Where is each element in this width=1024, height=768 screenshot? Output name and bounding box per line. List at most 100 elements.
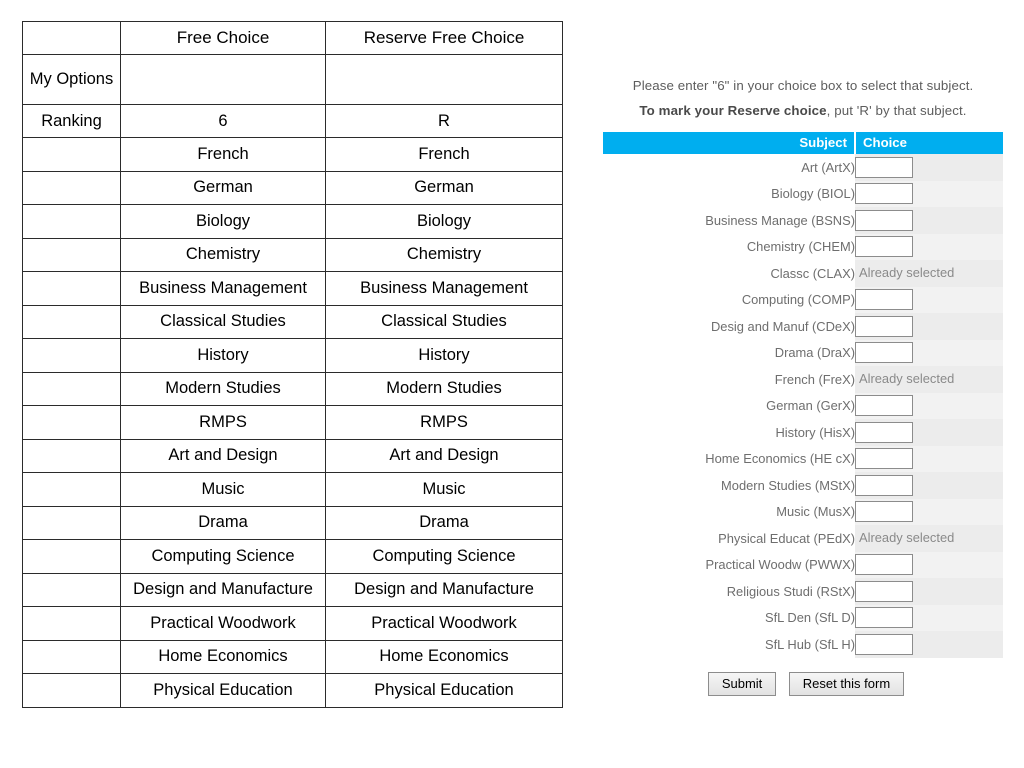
choice-cell: [855, 472, 1003, 499]
choice-input[interactable]: [855, 315, 913, 337]
subject-choice-form: Please enter "6" in your choice box to s…: [603, 78, 1003, 696]
options-free-choice-cell: RMPS: [120, 405, 326, 440]
options-reserve-choice-cell: History: [325, 338, 563, 373]
options-free-choice-cell: Design and Manufacture: [120, 572, 326, 607]
subject-choice-row: Business Manage (BSNS): [603, 207, 1003, 234]
choice-input[interactable]: [855, 289, 913, 311]
subject-label: Home Economics (HE cX): [603, 445, 855, 472]
subject-choice-row: French (FreX) Already selected: [603, 366, 1003, 393]
choice-input[interactable]: [855, 448, 913, 470]
choice-cell: [855, 154, 1003, 181]
subject-label: Drama (DraX): [603, 339, 855, 366]
options-subject-row: Home Economics Home Economics: [22, 639, 563, 674]
subject-choice-row: SfL Hub (SfL H): [603, 631, 1003, 658]
choice-input[interactable]: [855, 342, 913, 364]
options-reserve-choice-cell: Computing Science: [325, 539, 563, 574]
options-row-label-cell: [22, 572, 121, 607]
options-reserve-choice-cell: Practical Woodwork: [325, 606, 563, 641]
subject-choice-row: Modern Studies (MStX): [603, 472, 1003, 499]
column-header-choice: Choice: [855, 132, 1003, 154]
choice-input[interactable]: [855, 183, 913, 205]
options-subject-row: Practical Woodwork Practical Woodwork: [22, 606, 563, 641]
subject-label: Chemistry (CHEM): [603, 233, 855, 260]
subject-choice-table: Subject Choice Art (ArtX) Biology (BIOL) B…: [603, 132, 1003, 658]
ranking-free-choice-value: 6: [120, 104, 326, 138]
options-row-label-cell: [22, 304, 121, 339]
options-reserve-choice-cell: French: [325, 137, 563, 172]
options-row-label-cell: [22, 539, 121, 574]
instruction-line-1: Please enter "6" in your choice box to s…: [632, 78, 974, 93]
options-row-label-cell: [22, 338, 121, 373]
subject-choice-row: Home Economics (HE cX): [603, 445, 1003, 472]
subject-choice-row: Religious Studi (RStX): [603, 578, 1003, 605]
my-options-row: My Options: [22, 54, 563, 105]
options-reserve-choice-cell: German: [325, 170, 563, 205]
options-subject-row: Classical Studies Classical Studies: [22, 304, 563, 339]
my-options-reserve-cell: [325, 54, 563, 105]
form-instructions: Please enter "6" in your choice box to s…: [603, 78, 1003, 118]
options-subject-row: Art and Design Art and Design: [22, 438, 563, 473]
options-free-choice-cell: Practical Woodwork: [120, 606, 326, 641]
options-row-label-cell: [22, 204, 121, 239]
subject-choice-row: Chemistry (CHEM): [603, 233, 1003, 260]
choice-cell: [855, 286, 1003, 313]
options-subject-row: Design and Manufacture Design and Manufac…: [22, 572, 563, 607]
options-subject-row: Business Management Business Management: [22, 271, 563, 306]
subject-choice-row: German (GerX): [603, 392, 1003, 419]
choice-cell: Already selected: [855, 525, 1003, 552]
choice-input[interactable]: [855, 209, 913, 231]
options-free-choice-cell: History: [120, 338, 326, 373]
my-options-table: Free Choice Reserve Free Choice My Optio…: [22, 21, 563, 708]
options-subject-row: Chemistry Chemistry: [22, 237, 563, 272]
choice-cell: [855, 392, 1003, 419]
ranking-row: Ranking 6 R: [22, 104, 563, 138]
choice-cell: [855, 233, 1003, 260]
choice-cell: Already selected: [855, 366, 1003, 393]
options-row-label-cell: [22, 606, 121, 641]
options-reserve-choice-cell: Classical Studies: [325, 304, 563, 339]
options-subject-row: Music Music: [22, 472, 563, 507]
subject-label: History (HisX): [603, 419, 855, 446]
choice-input[interactable]: [855, 474, 913, 496]
options-reserve-choice-cell: Drama: [325, 505, 563, 540]
options-free-choice-cell: Chemistry: [120, 237, 326, 272]
options-row-label-cell: [22, 438, 121, 473]
choice-input[interactable]: [855, 395, 913, 417]
options-reserve-choice-cell: Art and Design: [325, 438, 563, 473]
subject-choice-row: Art (ArtX): [603, 154, 1003, 181]
choice-input[interactable]: [855, 607, 913, 629]
options-free-choice-cell: Biology: [120, 204, 326, 239]
subject-label: Desig and Manuf (CDeX): [603, 313, 855, 340]
choice-input[interactable]: [855, 633, 913, 655]
options-row-label-cell: [22, 137, 121, 172]
choice-input[interactable]: [855, 501, 913, 523]
choice-cell: Already selected: [855, 260, 1003, 287]
my-options-free-choice-cell: [120, 54, 326, 105]
options-subject-row: Biology Biology: [22, 204, 563, 239]
subject-choice-row: Classc (CLAX) Already selected: [603, 260, 1003, 287]
subject-label: Classc (CLAX): [603, 260, 855, 287]
subject-label: Practical Woodw (PWWX): [603, 551, 855, 578]
choice-cell: [855, 180, 1003, 207]
choice-cell: [855, 339, 1003, 366]
options-subject-row: RMPS RMPS: [22, 405, 563, 440]
options-free-choice-cell: Music: [120, 472, 326, 507]
ranking-label: Ranking: [22, 104, 121, 138]
choice-input[interactable]: [855, 236, 913, 258]
choice-cell: [855, 445, 1003, 472]
choice-input[interactable]: [855, 580, 913, 602]
options-free-choice-cell: Classical Studies: [120, 304, 326, 339]
options-row-label-cell: [22, 371, 121, 406]
choice-input[interactable]: [855, 156, 913, 178]
reset-form-button[interactable]: Reset this form: [788, 671, 905, 696]
subject-label: Art (ArtX): [603, 154, 855, 181]
instruction-line-2-bold: To mark your Reserve choice: [639, 103, 827, 118]
subject-label: Biology (BIOL): [603, 180, 855, 207]
options-free-choice-cell: Home Economics: [120, 639, 326, 674]
ranking-reserve-value: R: [325, 104, 563, 138]
choice-input[interactable]: [855, 421, 913, 443]
options-reserve-choice-cell: Biology: [325, 204, 563, 239]
my-options-label: My Options: [22, 54, 121, 105]
choice-input[interactable]: [855, 554, 913, 576]
submit-button[interactable]: Submit: [707, 671, 777, 696]
